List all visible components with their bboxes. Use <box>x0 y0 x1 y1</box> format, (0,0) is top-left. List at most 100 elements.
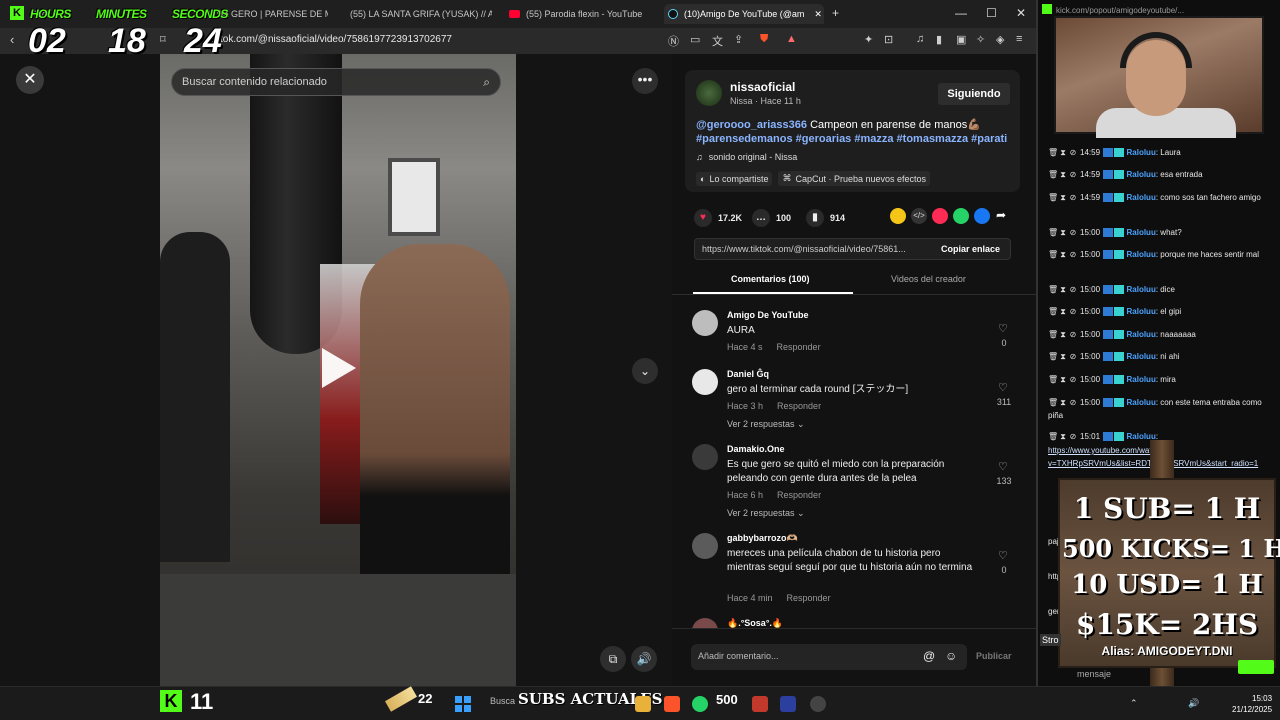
trash-icon[interactable]: 🗑 <box>1048 328 1058 341</box>
cast-icon[interactable]: ▭ <box>690 33 700 46</box>
sound-link[interactable]: ♫ sonido original - Nissa <box>696 152 797 162</box>
app-icon[interactable] <box>752 696 768 712</box>
volume-tray-icon[interactable]: 🔊 <box>1188 698 1199 709</box>
minimize-button[interactable]: — <box>955 6 967 20</box>
app-icon[interactable] <box>780 696 796 712</box>
taskbar-search[interactable]: Busca <box>490 696 515 706</box>
ban-icon[interactable]: ⊘ <box>1068 328 1078 341</box>
close-video-button[interactable]: ✕ <box>16 66 44 94</box>
chat-username[interactable]: Raloluu <box>1127 352 1156 361</box>
add-comment-input[interactable]: Añadir comentario... @ ☺ <box>691 644 967 670</box>
commenter-name[interactable]: Damakio.One <box>727 444 785 454</box>
tab-tiktok-active[interactable]: (10)Amigo De YouTube (@am ✕ <box>664 4 824 24</box>
ban-icon[interactable]: ⊘ <box>1068 430 1078 443</box>
brave-icon[interactable] <box>664 696 680 712</box>
timeout-icon[interactable]: ⧗ <box>1058 305 1068 318</box>
obs-icon[interactable] <box>810 696 826 712</box>
trash-icon[interactable]: 🗑 <box>1048 350 1058 363</box>
chat-username[interactable]: Raloluu <box>1127 330 1156 339</box>
sidebar-icon[interactable]: ▮ <box>936 33 942 46</box>
vpn-icon[interactable]: ◈ <box>996 33 1004 46</box>
play-icon[interactable] <box>322 348 356 388</box>
comment-like-icon[interactable]: ♡ <box>998 322 1008 335</box>
no-translate-icon[interactable]: Ⓝ <box>668 33 679 49</box>
chat-username[interactable]: Raloluu <box>1127 170 1156 179</box>
pip-button[interactable]: ⧉ <box>600 646 626 672</box>
comment-like-icon[interactable]: ♡ <box>998 381 1008 394</box>
timeout-icon[interactable]: ⧗ <box>1058 373 1068 386</box>
author-username[interactable]: nissaoficial <box>730 80 795 94</box>
close-tab-icon[interactable]: ✕ <box>814 9 822 20</box>
timeout-icon[interactable]: ⧗ <box>1058 146 1068 159</box>
trash-icon[interactable]: 🗑 <box>1048 396 1058 409</box>
extensions-icon[interactable]: ✦ <box>864 33 873 46</box>
chat-username[interactable]: Raloluu <box>1127 307 1156 316</box>
timeout-icon[interactable]: ⧗ <box>1058 226 1068 239</box>
trash-icon[interactable]: 🗑 <box>1048 168 1058 181</box>
comment-like-icon[interactable]: ♡ <box>998 549 1008 562</box>
search-icon[interactable]: ⌕ <box>483 75 490 90</box>
related-search-input[interactable]: Buscar contenido relacionado ⌕ <box>171 68 501 96</box>
chat-username[interactable]: Raloluu <box>1127 398 1156 407</box>
timeout-icon[interactable]: ⧗ <box>1058 248 1068 261</box>
wallet-icon[interactable]: ▣ <box>956 33 966 46</box>
ban-icon[interactable]: ⊘ <box>1068 168 1078 181</box>
ban-icon[interactable]: ⊘ <box>1068 350 1078 363</box>
trash-icon[interactable]: 🗑 <box>1048 283 1058 296</box>
like-stat[interactable]: ♥ 17.2K <box>694 209 742 227</box>
next-video-button[interactable]: ⌄ <box>632 358 658 384</box>
file-explorer-icon[interactable] <box>635 696 651 712</box>
more-options-button[interactable]: ••• <box>632 68 658 94</box>
translate-icon[interactable]: 文 <box>712 33 723 49</box>
tab-santa-grifa[interactable]: (55) LA SANTA GRIFA (YUSAK) // AM <box>340 4 492 24</box>
reply-link[interactable]: Responder <box>777 401 821 411</box>
share-more-icon[interactable]: ➦ <box>996 208 1012 224</box>
publish-button[interactable]: Publicar <box>976 651 1012 661</box>
timeout-icon[interactable]: ⧗ <box>1058 168 1068 181</box>
capcut-pill[interactable]: ⌘ CapCut · Prueba nuevos efectos <box>778 171 931 186</box>
commenter-avatar[interactable] <box>692 444 718 470</box>
trash-icon[interactable]: 🗑 <box>1048 146 1058 159</box>
mention-icon[interactable]: @ <box>923 649 935 663</box>
timeout-icon[interactable]: ⧗ <box>1058 328 1068 341</box>
save-stat[interactable]: ▮ 914 <box>806 209 845 227</box>
reply-link[interactable]: Responder <box>777 490 821 500</box>
video-link[interactable]: https://www.tiktok.com/@nissaoficial/vid… <box>702 244 924 254</box>
new-tab-button[interactable]: + <box>832 6 839 20</box>
back-icon[interactable]: ‹ <box>10 32 14 47</box>
tab-comments[interactable]: Comentarios (100) <box>731 274 810 284</box>
timeout-icon[interactable]: ⧗ <box>1058 191 1068 204</box>
share-icon[interactable]: ⇪ <box>734 33 743 46</box>
tab-parodia[interactable]: (55) Parodia flexin - YouTube <box>505 4 655 24</box>
trash-icon[interactable]: 🗑 <box>1048 248 1058 261</box>
send-icon[interactable] <box>932 208 948 224</box>
whatsapp-taskbar-icon[interactable] <box>692 696 708 712</box>
following-button[interactable]: Siguiendo <box>938 83 1010 105</box>
media-icon[interactable]: ♫ <box>916 33 924 45</box>
facebook-icon[interactable] <box>974 208 990 224</box>
bookmark-icon[interactable]: ⌑ <box>160 33 166 46</box>
mention-link[interactable]: @geroooo_ariass366 <box>696 119 807 131</box>
trash-icon[interactable]: 🗑 <box>1048 430 1058 443</box>
url-field[interactable]: tiktok.com/@nissaoficial/video/758619772… <box>210 34 452 45</box>
timeout-icon[interactable]: ⧗ <box>1058 396 1068 409</box>
ban-icon[interactable]: ⊘ <box>1068 146 1078 159</box>
comment-stat[interactable]: … 100 <box>752 209 791 227</box>
close-window-button[interactable]: ✕ <box>1016 6 1026 20</box>
author-avatar[interactable] <box>696 80 722 106</box>
tray-chevron-icon[interactable]: ⌃ <box>1130 698 1138 709</box>
commenter-avatar[interactable] <box>692 369 718 395</box>
reply-link[interactable]: Responder <box>787 593 831 603</box>
chat-send-button[interactable] <box>1238 660 1274 674</box>
ban-icon[interactable]: ⊘ <box>1068 248 1078 261</box>
reply-link[interactable]: Responder <box>777 342 821 352</box>
brave-rewards-icon[interactable]: ▲ <box>786 33 797 45</box>
screenshot-icon[interactable]: ⊡ <box>884 33 893 46</box>
trash-icon[interactable]: 🗑 <box>1048 226 1058 239</box>
trash-icon[interactable]: 🗑 <box>1048 373 1058 386</box>
ban-icon[interactable]: ⊘ <box>1068 373 1078 386</box>
maximize-button[interactable]: ☐ <box>986 6 997 20</box>
trash-icon[interactable]: 🗑 <box>1048 305 1058 318</box>
windows-start-icon[interactable] <box>455 696 471 712</box>
ban-icon[interactable]: ⊘ <box>1068 226 1078 239</box>
